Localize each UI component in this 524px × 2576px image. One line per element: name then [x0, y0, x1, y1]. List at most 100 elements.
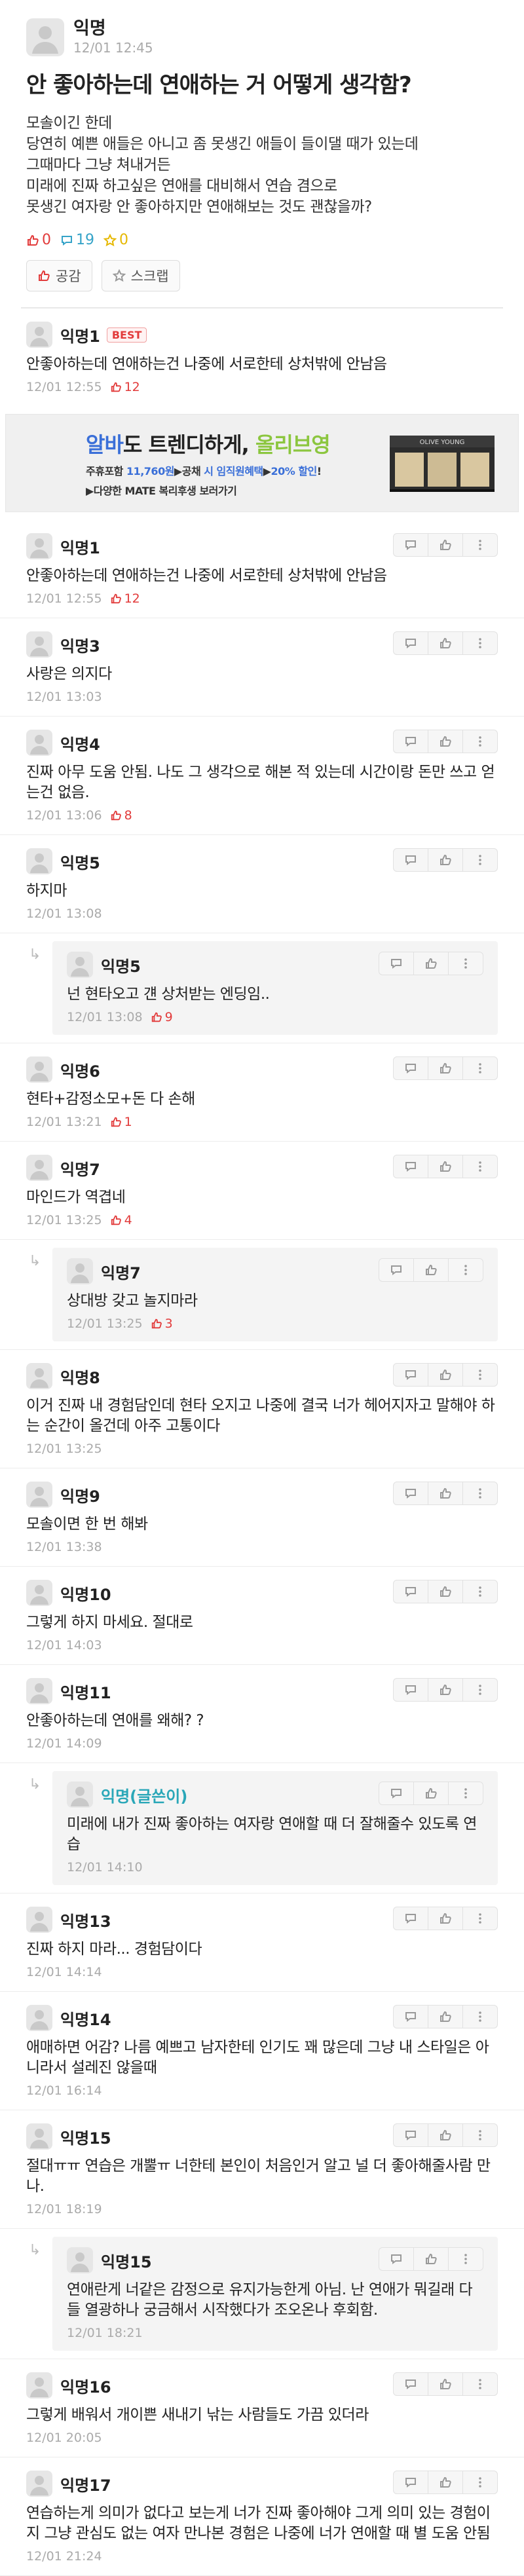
comment-like-button[interactable]	[428, 730, 463, 753]
ad-banner[interactable]: 알바도 트렌디하게, 올리브영 주휴포함 11,760원▶공채 시 임직원혜택▶…	[5, 414, 519, 512]
thumbs-up-icon	[151, 1012, 162, 1022]
like-button[interactable]: 공감	[26, 260, 92, 291]
more-button[interactable]	[463, 1155, 497, 1178]
comment-like-button[interactable]	[428, 2471, 463, 2493]
more-button[interactable]	[463, 1679, 497, 1701]
more-vertical-icon	[464, 1788, 467, 1799]
comment-author: 익명9	[60, 1487, 100, 1506]
comment-time: 12/01 12:55	[26, 591, 102, 606]
reply-button[interactable]	[394, 1580, 428, 1603]
comment-like-count: 9	[151, 1010, 173, 1024]
comment-author: 익명16	[60, 2378, 111, 2397]
ad-title-mid: 도 트렌디하게,	[122, 432, 255, 457]
comment-like-button[interactable]	[428, 1364, 463, 1386]
reply-button[interactable]	[394, 2006, 428, 2028]
more-vertical-icon	[479, 2379, 481, 2389]
more-button[interactable]	[449, 1782, 483, 1804]
post-title: 안 좋아하는데 연애하는 거 어떻게 생각함?	[26, 72, 412, 98]
thumbs-up-icon	[440, 637, 451, 648]
comment-like-button[interactable]	[414, 2248, 449, 2270]
post-time: 12/01 12:45	[73, 40, 153, 56]
avatar	[26, 1363, 52, 1389]
comment-like-button[interactable]	[428, 632, 463, 654]
comment-like-button[interactable]	[428, 2373, 463, 2395]
thumbs-up-icon	[440, 1369, 451, 1380]
comment-like-button[interactable]	[428, 1580, 463, 1603]
comment-author: 익명5	[101, 957, 141, 976]
avatar	[26, 631, 52, 658]
article-page: 익명 12/01 12:45 안 좋아하는데 연애하는 거 어떻게 생각함? 모…	[0, 0, 524, 2576]
reply-button[interactable]	[379, 2248, 414, 2270]
reply-button[interactable]	[379, 1782, 414, 1804]
comment-actions	[393, 2123, 498, 2147]
reply-button[interactable]	[394, 2124, 428, 2146]
more-button[interactable]	[463, 1482, 497, 1504]
comment-like-button[interactable]	[428, 1057, 463, 1079]
comment-text: 모솔이면 한 번 해봐	[26, 1516, 148, 1533]
comment-like-button[interactable]	[428, 2006, 463, 2028]
comment-like-button[interactable]	[428, 1679, 463, 1701]
more-button[interactable]	[463, 730, 497, 753]
reply-button[interactable]	[394, 534, 428, 556]
comment-actions	[379, 952, 483, 975]
ad-title-prefix: 알바	[86, 432, 124, 457]
more-button[interactable]	[449, 952, 483, 975]
more-vertical-icon	[479, 1488, 481, 1499]
comment-like-button[interactable]	[428, 1155, 463, 1178]
thumbs-up-icon	[440, 1062, 451, 1073]
comment-like-button[interactable]	[414, 1259, 449, 1281]
reply-button[interactable]	[394, 1907, 428, 1930]
comment-time: 12/01 14:09	[26, 1736, 102, 1751]
reply-button[interactable]	[394, 730, 428, 753]
reply-button[interactable]	[394, 1482, 428, 1504]
reply-button[interactable]	[379, 1259, 414, 1281]
comment-author: 익명7	[60, 1160, 100, 1179]
avatar	[26, 2372, 52, 2399]
more-button[interactable]	[463, 1907, 497, 1930]
scrap-button[interactable]: 스크랩	[101, 260, 180, 291]
comment-like-value: 12	[124, 591, 140, 606]
comment-icon	[405, 1064, 416, 1073]
more-button[interactable]	[463, 2006, 497, 2028]
reply-button[interactable]	[394, 1155, 428, 1178]
comment-like-button[interactable]	[428, 849, 463, 871]
comment-like-button[interactable]	[414, 952, 449, 975]
comment-like-button[interactable]	[428, 534, 463, 556]
comment-actions	[393, 730, 498, 753]
more-button[interactable]	[463, 849, 497, 871]
more-button[interactable]	[463, 534, 497, 556]
reply-button[interactable]	[394, 1364, 428, 1386]
more-button[interactable]	[463, 2471, 497, 2493]
more-button[interactable]	[463, 2124, 497, 2146]
reply-button[interactable]	[394, 632, 428, 654]
reply-button[interactable]	[394, 849, 428, 871]
more-button[interactable]	[463, 1364, 497, 1386]
reply-button[interactable]	[394, 1679, 428, 1701]
reply-button[interactable]	[394, 2471, 428, 2493]
thumbs-up-icon	[111, 810, 121, 821]
avatar	[26, 533, 52, 559]
comment-like-button[interactable]	[428, 2124, 463, 2146]
comment-author: 익명1	[60, 538, 100, 557]
more-button[interactable]	[463, 632, 497, 654]
reply-thread: ↳ 익명5 넌 현타오고 걘 상처받는 엔딩임.. 12/01 13:08 9	[0, 933, 524, 1043]
comment-time: 12/01 14:03	[26, 1638, 102, 1652]
thumbs-up-icon	[440, 1161, 451, 1172]
more-vertical-icon	[464, 1265, 467, 1275]
avatar	[26, 730, 52, 756]
more-button[interactable]	[449, 1259, 483, 1281]
more-button[interactable]	[463, 1057, 497, 1079]
thumbs-up-icon	[426, 958, 437, 969]
more-button[interactable]	[463, 2373, 497, 2395]
comment-like-button[interactable]	[428, 1907, 463, 1930]
reply-button[interactable]	[394, 1057, 428, 1079]
comment: 익명7 마인드가 역겹네 12/01 13:25 4	[0, 1142, 524, 1240]
reply-button[interactable]	[394, 2373, 428, 2395]
more-button[interactable]	[449, 2248, 483, 2270]
comment-like-button[interactable]	[414, 1782, 449, 1804]
store-sign: OLIVE YOUNG	[420, 439, 465, 446]
more-button[interactable]	[463, 1580, 497, 1603]
comment-text: 그렇게 하지 마세요. 절대로	[26, 1614, 193, 1631]
comment-like-button[interactable]	[428, 1482, 463, 1504]
reply-button[interactable]	[379, 952, 414, 975]
